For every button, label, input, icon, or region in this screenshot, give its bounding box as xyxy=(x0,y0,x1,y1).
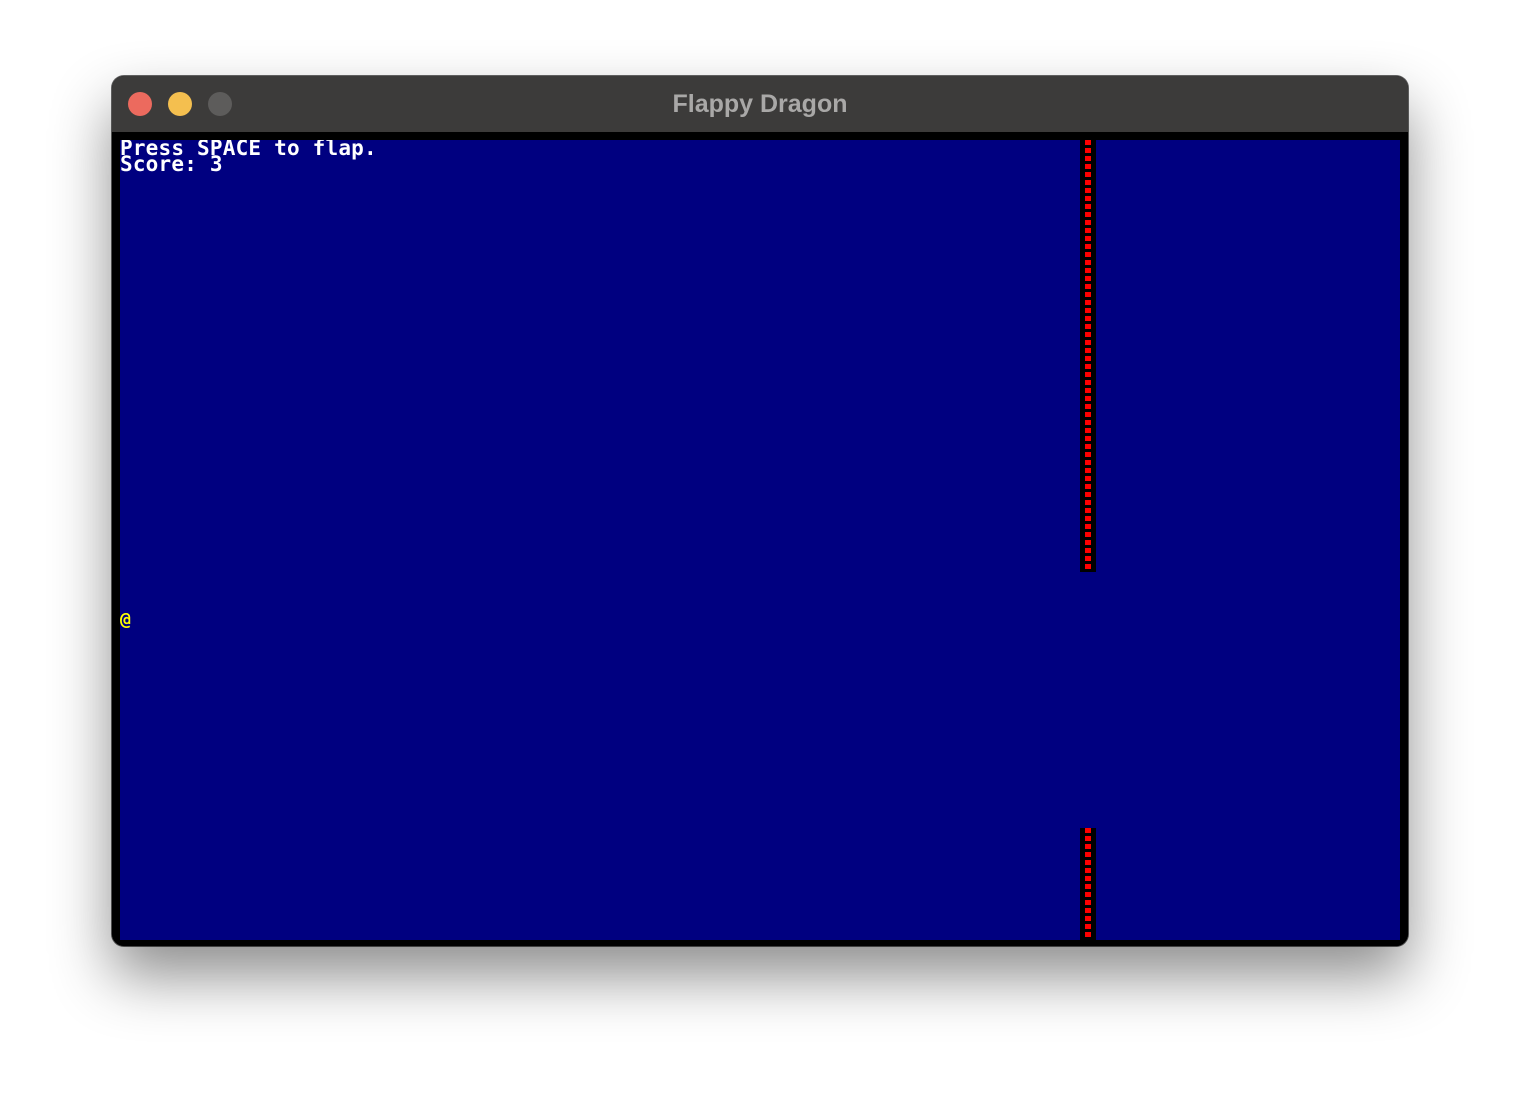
obstacle-bottom xyxy=(1080,828,1096,940)
title-bar[interactable]: Flappy Dragon xyxy=(112,76,1408,132)
score-text: Score: 3 xyxy=(120,152,223,176)
window-content: Press SPACE to flap. Score: 3 @ xyxy=(112,132,1408,946)
window-title: Flappy Dragon xyxy=(672,90,848,118)
obstacle-top xyxy=(1080,140,1096,572)
game-canvas[interactable]: Press SPACE to flap. Score: 3 @ xyxy=(120,140,1400,940)
app-window: Flappy Dragon Press SPACE to flap. Score… xyxy=(112,76,1408,946)
dragon-player: @ xyxy=(120,609,131,630)
